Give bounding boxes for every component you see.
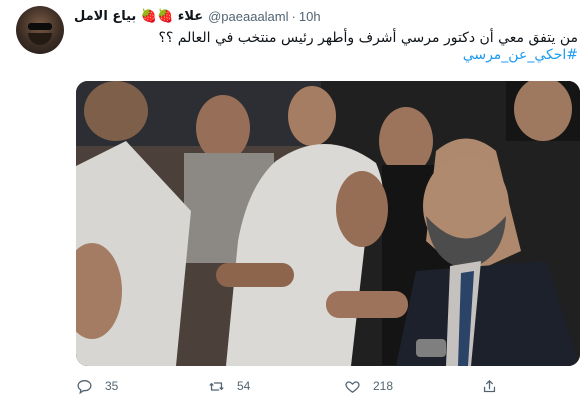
heart-icon: [345, 380, 360, 393]
retweet-icon: [209, 381, 224, 391]
tweet-text-block: من يتفق معي أن دكتور مرسي أشرف وأطهر رئي…: [78, 30, 578, 64]
tweet-actions: 35 54 218: [76, 374, 580, 398]
avatar-glasses: [28, 23, 52, 30]
share-button[interactable]: [481, 374, 510, 398]
hashtag-link[interactable]: #احكي_عن_مرسي: [78, 47, 578, 64]
retweet-button[interactable]: 54: [208, 374, 250, 398]
author-handle[interactable]: @paeaaalaml: [208, 8, 288, 26]
author-name[interactable]: علاء 🍓🍓 بياع الامل: [74, 8, 203, 26]
tweet-photo[interactable]: [76, 81, 580, 366]
avatar[interactable]: [16, 6, 64, 54]
reply-icon: [77, 379, 92, 394]
tweet-text: من يتفق معي أن دكتور مرسي أشرف وأطهر رئي…: [158, 30, 578, 46]
photo-scene: [76, 81, 580, 366]
like-count: 218: [373, 379, 394, 393]
share-icon: [483, 379, 496, 392]
separator-dot: ·: [291, 9, 296, 24]
tweet-header: علاء 🍓🍓 بياع الامل @paeaaalaml · 10h: [74, 8, 321, 26]
reply-count: 35: [105, 379, 119, 393]
like-button[interactable]: 218: [344, 374, 393, 398]
tweet[interactable]: علاء 🍓🍓 بياع الامل @paeaaalaml · 10h من …: [0, 0, 588, 409]
retweet-count: 54: [237, 379, 251, 393]
avatar-beard: [28, 33, 52, 45]
reply-button[interactable]: 35: [76, 374, 118, 398]
tweet-time[interactable]: 10h: [299, 8, 321, 26]
